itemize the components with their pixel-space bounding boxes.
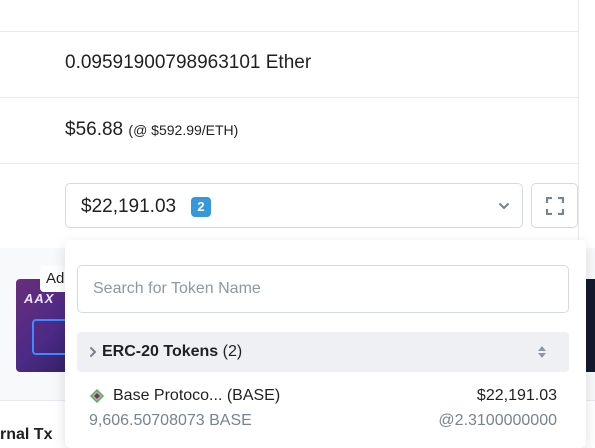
group-label: ERC-20 Tokens (2)	[102, 343, 242, 361]
token-name: Base Protoco... (BASE)	[113, 387, 281, 404]
token-count-badge: 2	[191, 197, 211, 217]
chevron-right-icon	[90, 347, 96, 357]
group-count: (2)	[222, 343, 243, 360]
token-quantity: 9,606.50708073 BASE	[89, 412, 252, 429]
group-title: ERC-20 Tokens	[102, 343, 219, 360]
token-list-item[interactable]: Base Protoco... (BASE) $22,191.03 9,606.…	[77, 382, 569, 436]
token-total-value: $22,191.03	[81, 196, 177, 217]
token-dropdown-menu: ERC-20 Tokens (2) Base Protoco... (BASE)…	[65, 240, 586, 448]
expand-token-view-button[interactable]	[531, 183, 578, 228]
token-logo-icon	[90, 389, 104, 403]
erc20-tokens-group-header[interactable]: ERC-20 Tokens (2)	[77, 332, 569, 372]
eth-balance: 0.09591900798963101 Ether	[65, 52, 312, 73]
eth-value: $56.88 (@ $592.99/ETH)	[65, 119, 238, 141]
divider	[0, 31, 578, 32]
token-value: $22,191.03	[476, 387, 557, 404]
divider	[0, 97, 578, 98]
sort-icon[interactable]	[537, 345, 547, 359]
ad-logo: AAX	[24, 291, 55, 306]
eth-value-amount: $56.88	[65, 119, 124, 140]
chevron-down-icon	[499, 203, 509, 209]
token-search-input[interactable]	[77, 265, 569, 313]
tab-internal-tx[interactable]: rnal Tx	[0, 426, 52, 444]
expand-icon	[546, 197, 564, 215]
token-rate: @2.3100000000	[438, 412, 557, 429]
card-edge	[578, 0, 579, 248]
token-holdings-dropdown-button[interactable]: $22,191.03 2	[65, 183, 523, 228]
eth-price: (@ $592.99/ETH)	[128, 122, 239, 138]
divider	[0, 163, 578, 164]
